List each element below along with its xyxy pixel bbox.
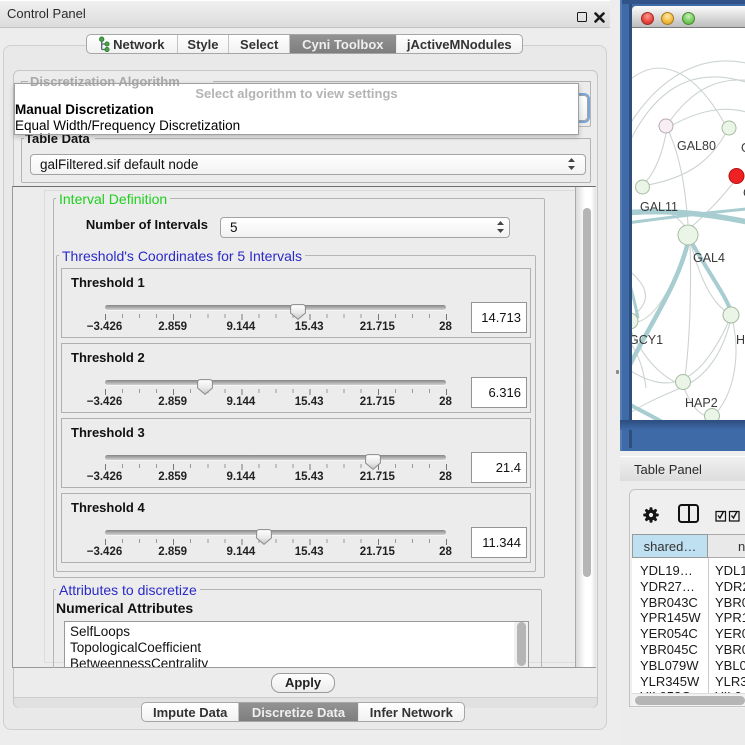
svg-text:GCY1: GCY1 xyxy=(632,333,663,347)
svg-text:GAL80: GAL80 xyxy=(677,139,716,153)
svg-text:GAL4: GAL4 xyxy=(693,251,725,265)
svg-text:HAP2: HAP2 xyxy=(685,396,718,410)
svg-text:H: H xyxy=(736,333,745,347)
svg-text:GAL11: GAL11 xyxy=(640,200,678,214)
svg-text:G: G xyxy=(741,141,745,155)
